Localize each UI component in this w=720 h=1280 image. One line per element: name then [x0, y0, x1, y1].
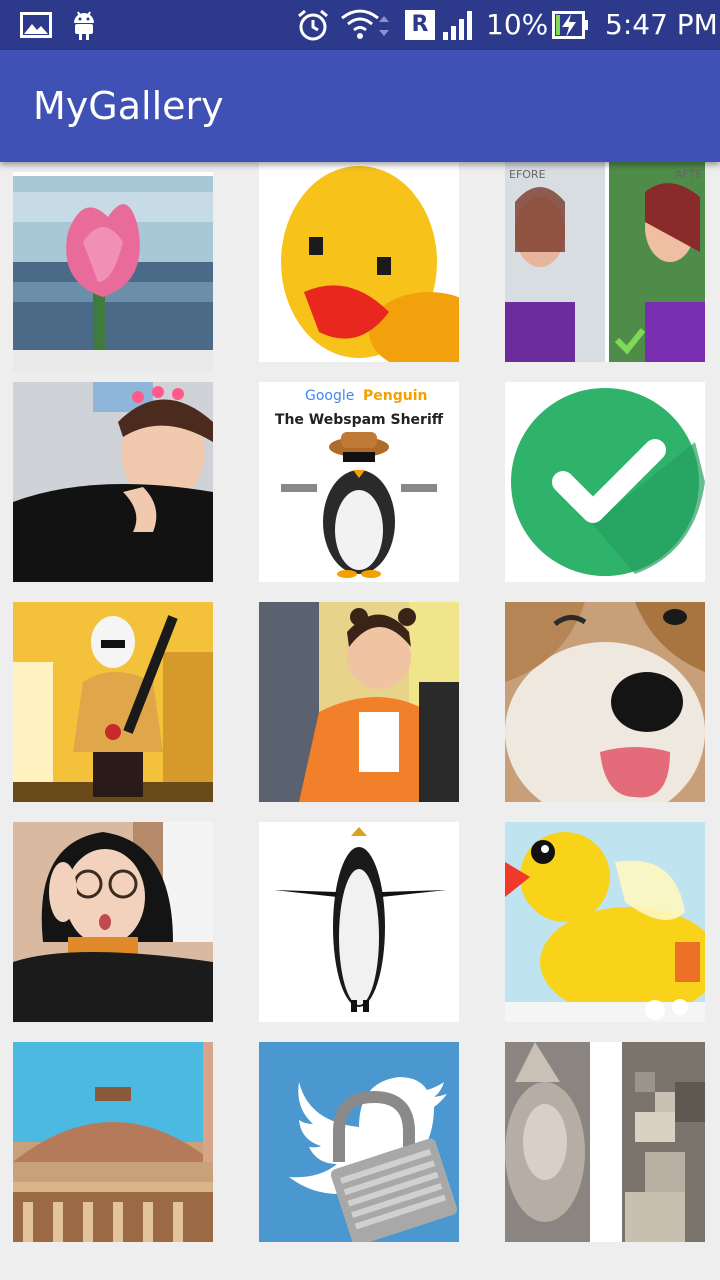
gallery-item-twitter-lock[interactable]	[259, 1042, 459, 1242]
gallery-grid[interactable]: EFORE AFTE Google Penguin The Webspam Sh…	[0, 162, 720, 1280]
gallery-item-girl-glasses[interactable]	[13, 822, 213, 1022]
gallery-item-penguin-sheriff[interactable]: Google Penguin The Webspam Sheriff	[259, 382, 459, 582]
smiling-girl-thumbnail	[259, 602, 459, 802]
twitter-lock-thumbnail	[259, 1042, 459, 1242]
duck-pixel-thumbnail	[259, 162, 459, 362]
status-bar: R 10% 5:47 PM	[0, 0, 720, 50]
gallery-item-duck-pixel[interactable]	[259, 162, 459, 362]
gallery-item-penguin-3d[interactable]	[259, 822, 459, 1022]
gallery-item-duck-bubbles[interactable]	[505, 822, 705, 1022]
penguin-3d-thumbnail	[259, 822, 459, 1022]
clock-time: 5:47 PM	[605, 8, 718, 41]
google-label: Google	[305, 388, 354, 404]
gallery-item-cats[interactable]	[505, 1042, 705, 1242]
stormtrooper-thumbnail	[13, 602, 213, 802]
gallery-item-lotus[interactable]	[13, 172, 213, 372]
app-title: MyGallery	[33, 84, 224, 128]
penguin-label: Penguin	[363, 388, 427, 404]
gallery-item-stormtrooper[interactable]	[13, 602, 213, 802]
gallery-item-green-check[interactable]	[505, 382, 705, 582]
gallery-item-stupa[interactable]	[13, 1042, 213, 1242]
before-label: EFORE	[509, 168, 546, 181]
gallery-item-smiling-girl[interactable]	[259, 602, 459, 802]
before-after-thumbnail: EFORE AFTE	[505, 162, 705, 362]
after-label: AFTE	[675, 168, 702, 181]
wifi-icon	[340, 0, 396, 50]
dog-thumbnail	[505, 602, 705, 802]
webspam-sheriff-label: The Webspam Sheriff	[275, 412, 444, 428]
battery-percent: 10%	[486, 8, 549, 41]
gallery-item-portrait-flowers[interactable]	[13, 382, 213, 582]
gallery-item-dog[interactable]	[505, 602, 705, 802]
roaming-badge: R	[405, 10, 435, 40]
penguin-sheriff-thumbnail: Google Penguin The Webspam Sheriff	[259, 382, 459, 582]
gallery-notification-icon	[20, 0, 52, 50]
gallery-item-before-after[interactable]: EFORE AFTE	[505, 162, 705, 362]
duck-bubbles-thumbnail	[505, 822, 705, 1022]
green-check-thumbnail	[505, 382, 705, 582]
alarm-icon	[296, 0, 330, 50]
cats-thumbnail	[505, 1042, 705, 1242]
android-notification-icon	[70, 0, 98, 50]
signal-icon	[442, 0, 476, 50]
app-bar: MyGallery	[0, 50, 720, 162]
lotus-thumbnail	[13, 172, 213, 372]
portrait-flowers-thumbnail	[13, 382, 213, 582]
girl-glasses-thumbnail	[13, 822, 213, 1022]
roaming-icon: R	[405, 0, 435, 50]
stupa-thumbnail	[13, 1042, 213, 1242]
battery-charging-icon	[552, 0, 590, 50]
